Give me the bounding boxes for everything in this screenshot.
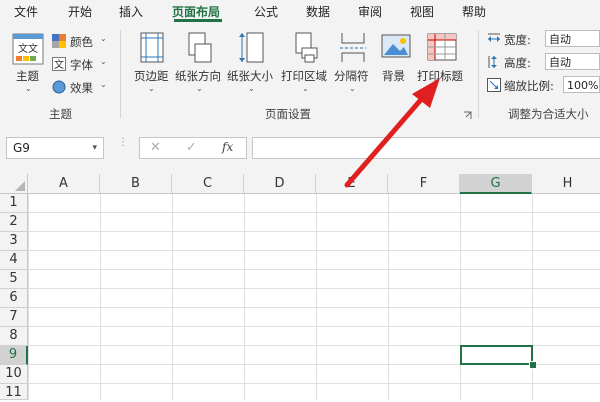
annotation-arrow (344, 78, 440, 188)
